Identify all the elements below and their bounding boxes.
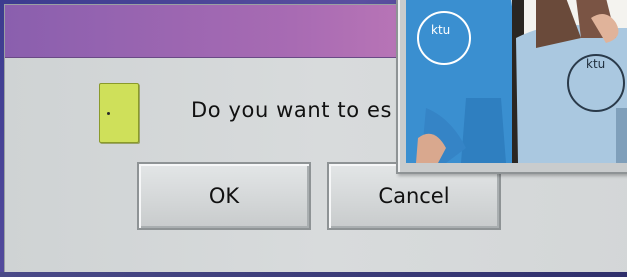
photo-image: ktu ktu xyxy=(406,0,627,163)
photo-people-illustration: ktu ktu xyxy=(406,0,627,163)
document-icon-dot xyxy=(107,112,110,115)
photo-frame: ktu ktu xyxy=(396,0,627,174)
shirt-text-right: ktu xyxy=(586,57,605,71)
ok-button[interactable]: OK xyxy=(137,162,311,230)
screen-bottom-edge xyxy=(0,272,627,277)
shirt-text-left: ktu xyxy=(431,23,450,37)
document-icon xyxy=(99,83,139,143)
dialog-message: Do you want to es xyxy=(191,98,393,122)
